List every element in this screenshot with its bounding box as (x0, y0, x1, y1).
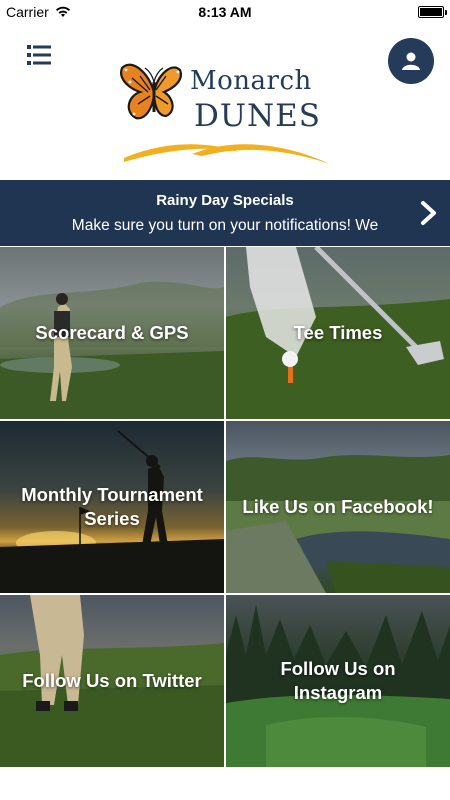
tile-label: Follow Us on Instagram (280, 658, 396, 703)
chevron-right-icon[interactable] (420, 200, 438, 226)
battery-icon (418, 6, 447, 18)
tile-like-us-facebook[interactable]: Like Us on Facebook! (226, 421, 450, 593)
battery-fill (420, 8, 442, 16)
menu-button[interactable] (27, 44, 51, 66)
dunes-swoosh-icon (124, 144, 330, 164)
tile-follow-instagram[interactable]: Follow Us on Instagram (226, 595, 450, 767)
butterfly-icon (120, 63, 182, 120)
bottom-spacer (0, 769, 450, 800)
tile-tee-times[interactable]: Tee Times (226, 247, 450, 419)
status-bar: Carrier 8:13 AM (0, 0, 450, 24)
status-left: Carrier (6, 4, 71, 20)
tile-label: Like Us on Facebook! (242, 496, 434, 517)
tile-follow-twitter[interactable]: Follow Us on Twitter (0, 595, 224, 767)
user-icon (402, 52, 420, 70)
tile-label: Monthly Tournament Series (21, 484, 203, 529)
logo-line-1: Monarch (190, 66, 312, 96)
banner-title: Rainy Day Specials (156, 192, 294, 209)
monarch-dunes-logo: Monarch DUNES (118, 48, 334, 172)
tile-label: Scorecard & GPS (35, 322, 189, 343)
hamburger-icon (27, 45, 51, 65)
tile-label: Tee Times (293, 322, 383, 343)
carrier-label: Carrier (6, 4, 49, 20)
app-header: Monarch DUNES (0, 24, 450, 180)
menu-grid: Scorecard & GPS Tee Times Monthly Tourna… (0, 247, 450, 769)
tile-monthly-tournament-series[interactable]: Monthly Tournament Series (0, 421, 224, 593)
tile-label: Follow Us on Twitter (22, 670, 202, 691)
profile-button[interactable] (388, 38, 434, 84)
banner-text: Make sure you turn on your notifications… (71, 217, 379, 234)
notification-banner[interactable]: Rainy Day Specials Make sure you turn on… (0, 180, 450, 246)
logo-line-2: DUNES (194, 98, 321, 134)
tile-scorecard-gps[interactable]: Scorecard & GPS (0, 247, 224, 419)
wifi-icon (55, 6, 70, 17)
